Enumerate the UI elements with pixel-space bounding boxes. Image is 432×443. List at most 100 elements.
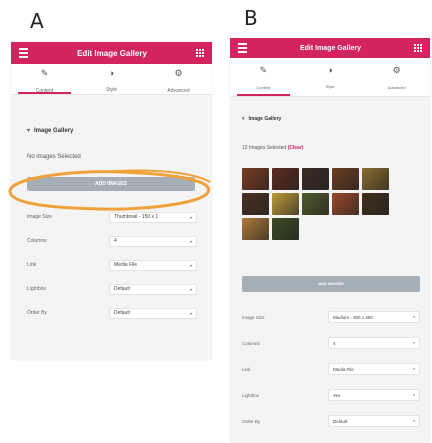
section-image-gallery[interactable]: ▾ Image Gallery [242, 116, 281, 122]
tab-style[interactable]: ◑ Style [297, 58, 364, 96]
gallery-thumbnail[interactable] [302, 168, 329, 190]
pencil-icon: ✎ [40, 68, 49, 78]
label-a: A [30, 9, 44, 33]
panel-b: Edit Image Gallery ✎ Content ◑ Style ⚙ A… [230, 38, 430, 443]
apps-grid-icon[interactable] [414, 44, 422, 52]
add-images-button[interactable]: ADD IMAGES [242, 276, 420, 292]
fields-b: Image Size Medium - 300 x 300 ▾ Columns 4… [242, 304, 420, 434]
tab-style[interactable]: ◑ Style [78, 64, 145, 94]
chevron-down-icon: ▾ [413, 367, 415, 371]
select-value: Default [333, 418, 348, 424]
image-size-select[interactable]: Medium - 300 x 300 ▾ [328, 311, 420, 323]
columns-select[interactable]: 4 ▾ [328, 337, 420, 349]
chevron-down-icon: ▾ [189, 310, 192, 316]
gallery-thumbnail[interactable] [272, 193, 299, 215]
tab-content-label: Content [256, 85, 271, 90]
lightbox-select[interactable]: Default ▾ [109, 283, 197, 295]
gallery-thumbnail[interactable] [332, 168, 359, 190]
tab-advanced-label: Advanced [167, 88, 190, 94]
half-circle-icon: ◑ [327, 65, 333, 75]
chevron-down-icon: ▾ [189, 238, 192, 244]
field-label: Order By [27, 310, 48, 316]
panel-title: Edit Image Gallery [299, 44, 362, 52]
tab-style-label: Style [325, 84, 335, 89]
link-select[interactable]: Media File ▾ [109, 259, 197, 271]
chevron-down-icon: ▾ [413, 341, 415, 345]
half-circle-icon: ◑ [108, 68, 115, 78]
field-order-by: Order By Default ▾ [242, 408, 420, 434]
panel-a-header: Edit Image Gallery [11, 42, 212, 64]
select-value: 4 [333, 340, 336, 346]
pencil-icon: ✎ [259, 65, 268, 75]
chevron-down-icon: ▾ [189, 262, 192, 268]
panel-b-tabs: ✎ Content ◑ Style ⚙ Advanced [230, 58, 430, 97]
chevron-down-icon: ▾ [413, 315, 415, 319]
fields-a: Image Size Thumbnail - 150 x 1 ▾ Columns … [27, 205, 197, 325]
tab-advanced[interactable]: ⚙ Advanced [145, 64, 212, 94]
lightbox-select[interactable]: Yes ▾ [328, 389, 420, 401]
gallery-thumbnail[interactable] [242, 218, 269, 240]
order-by-select[interactable]: Default ▾ [328, 415, 420, 427]
columns-select[interactable]: 4 ▾ [109, 235, 197, 247]
link-select[interactable]: Media File ▾ [328, 363, 420, 375]
field-lightbox: Lightbox Yes ▾ [242, 382, 420, 408]
chevron-down-icon: ▾ [413, 419, 415, 423]
field-label: Link [27, 262, 37, 268]
panel-title: Edit Image Gallery [77, 48, 147, 58]
field-label: Columns [27, 238, 47, 244]
images-selected-text: 12 Images Selected [242, 145, 287, 151]
gear-icon: ⚙ [174, 68, 183, 78]
gallery-thumbnail[interactable] [272, 168, 299, 190]
hamburger-icon[interactable] [238, 43, 247, 53]
chevron-down-icon: ▾ [413, 393, 415, 397]
caret-icon: ▾ [242, 116, 245, 122]
select-value: Yes [333, 392, 341, 398]
section-title: Image Gallery [248, 116, 282, 122]
select-value: 4 [114, 238, 117, 244]
hamburger-icon[interactable] [19, 48, 28, 58]
select-value: Media File [333, 366, 354, 372]
highlight-ellipse [8, 169, 211, 211]
panel-a-tabs: ✎ Content ◑ Style ⚙ Advanced [11, 64, 212, 95]
gear-icon: ⚙ [392, 65, 401, 75]
field-link: Link Media File ▾ [27, 253, 197, 277]
field-label: Order By [242, 418, 261, 424]
field-image-size: Image Size Medium - 300 x 300 ▾ [242, 304, 420, 330]
field-order-by: Order By Default ▾ [27, 301, 197, 325]
tab-advanced-label: Advanced [387, 85, 406, 90]
gallery-thumbnail[interactable] [272, 218, 299, 240]
label-b: B [244, 6, 258, 30]
select-value: Media File [114, 262, 138, 268]
images-status: 12 Images Selected (Clear) [242, 145, 303, 151]
field-label: Link [242, 366, 251, 372]
field-columns: Columns 4 ▾ [242, 330, 420, 356]
field-label: Lightbox [242, 392, 260, 398]
select-value: Default [114, 286, 130, 292]
gallery-thumbnail[interactable] [302, 193, 329, 215]
field-label: Lightbox [27, 286, 46, 292]
gallery-thumbnail[interactable] [362, 168, 389, 190]
apps-grid-icon[interactable] [196, 49, 204, 57]
tab-style-label: Style [105, 87, 118, 93]
section-title: Image Gallery [34, 128, 74, 134]
caret-icon: ▾ [27, 128, 31, 134]
tab-content[interactable]: ✎ Content [230, 58, 297, 96]
tab-advanced[interactable]: ⚙ Advanced [363, 58, 430, 96]
field-label: Columns [242, 340, 260, 346]
gallery-thumbnail[interactable] [242, 193, 269, 215]
order-by-select[interactable]: Default ▾ [109, 307, 197, 319]
clear-link[interactable]: (Clear) [288, 145, 304, 151]
field-lightbox: Lightbox Default ▾ [27, 277, 197, 301]
tab-content[interactable]: ✎ Content [11, 64, 78, 94]
field-columns: Columns 4 ▾ [27, 229, 197, 253]
field-label: Image Size [242, 314, 265, 320]
thumbnail-grid [242, 168, 389, 240]
gallery-thumbnail[interactable] [242, 168, 269, 190]
chevron-down-icon: ▾ [189, 286, 192, 292]
tab-content-label: Content [35, 88, 54, 94]
select-value: Medium - 300 x 300 [333, 314, 373, 320]
field-link: Link Media File ▾ [242, 356, 420, 382]
gallery-thumbnail[interactable] [332, 193, 359, 215]
gallery-thumbnail[interactable] [362, 193, 389, 215]
section-image-gallery[interactable]: ▾ Image Gallery [27, 127, 73, 134]
